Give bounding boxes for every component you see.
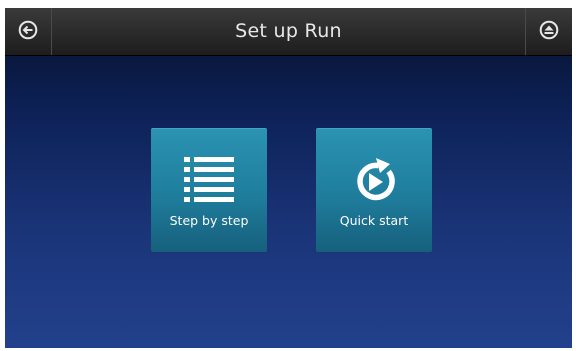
set-up-run-screen: Set up Run Step by step Quick start — [5, 8, 572, 348]
page-title: Set up Run — [235, 20, 342, 42]
list-icon — [151, 154, 267, 204]
eject-button[interactable] — [525, 8, 572, 55]
step-by-step-button[interactable]: Step by step — [151, 128, 267, 252]
quick-start-label: Quick start — [339, 213, 409, 228]
back-arrow-circle-icon — [18, 20, 38, 44]
eject-circle-icon — [539, 20, 559, 44]
step-by-step-label: Step by step — [169, 213, 249, 228]
quick-start-button[interactable]: Quick start — [316, 128, 432, 252]
title-bar: Set up Run — [5, 8, 572, 56]
play-refresh-icon — [316, 154, 432, 206]
back-button[interactable] — [5, 8, 52, 55]
